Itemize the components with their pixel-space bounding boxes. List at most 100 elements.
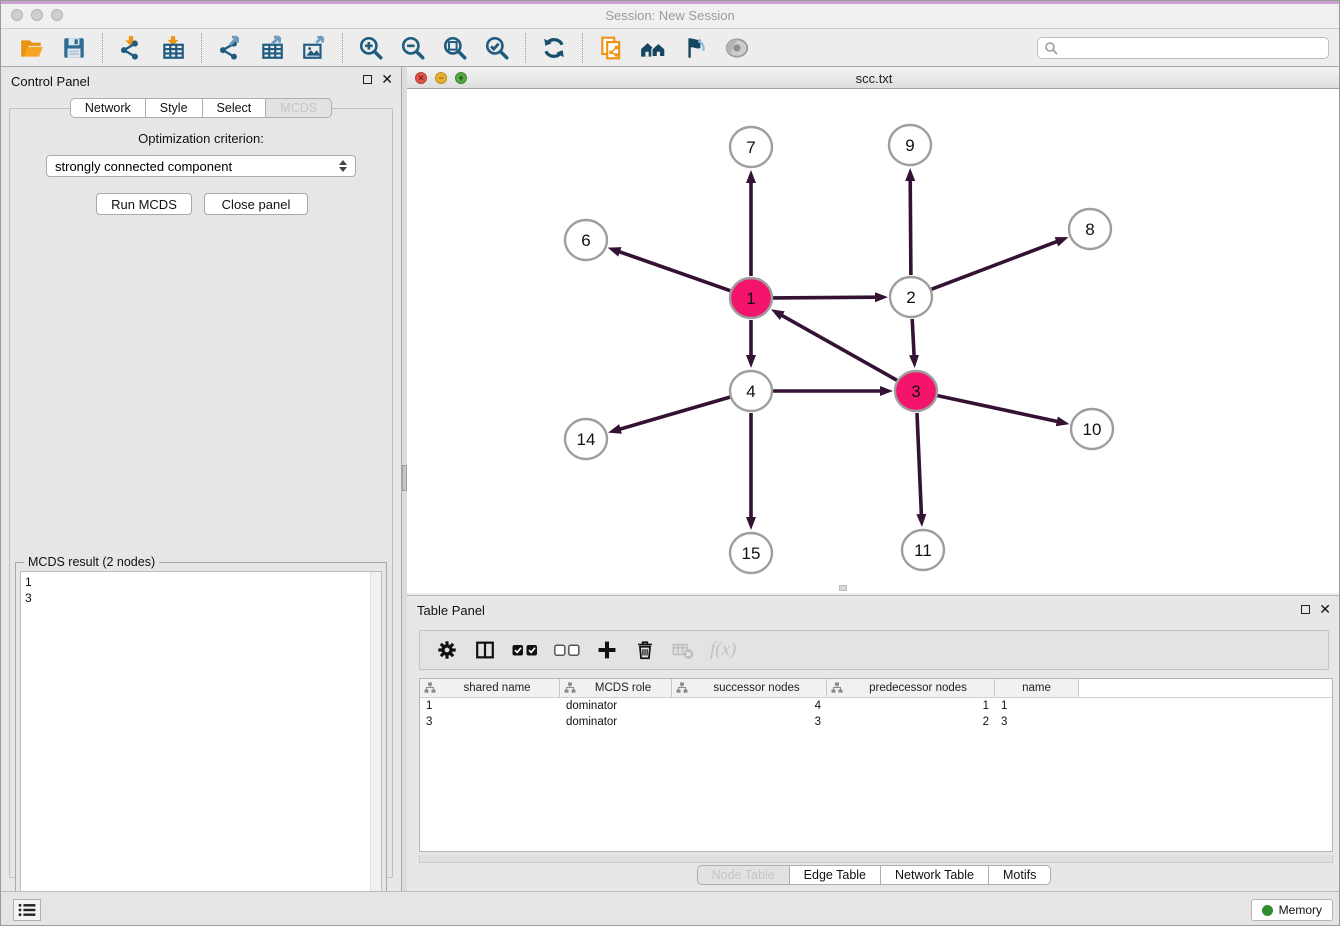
graph-node-6[interactable]: 6 bbox=[565, 220, 607, 260]
float-panel-icon[interactable] bbox=[363, 75, 372, 84]
plus-icon[interactable] bbox=[596, 639, 618, 661]
edge-3-11 bbox=[917, 413, 922, 517]
export-image-icon[interactable] bbox=[299, 33, 329, 63]
cell-successor-nodes: 3 bbox=[672, 714, 827, 730]
edge-3-1 bbox=[780, 314, 897, 380]
column-header-predecessor-nodes[interactable]: predecessor nodes bbox=[827, 679, 995, 697]
table-delete-icon bbox=[672, 639, 694, 661]
graph-node-15[interactable]: 15 bbox=[730, 533, 772, 573]
unchecked-boxes-icon[interactable] bbox=[554, 643, 580, 658]
search-input[interactable] bbox=[1058, 40, 1322, 56]
graph-node-9[interactable]: 9 bbox=[889, 125, 931, 165]
zoom-in-icon[interactable] bbox=[356, 33, 386, 63]
tab-mcds[interactable]: MCDS bbox=[266, 98, 332, 118]
toolbar-separator bbox=[525, 33, 526, 63]
refresh-icon[interactable] bbox=[539, 33, 569, 63]
close-panel-icon[interactable]: ✕ bbox=[381, 74, 393, 85]
import-network-icon[interactable] bbox=[116, 33, 146, 63]
trash-icon[interactable] bbox=[634, 639, 656, 661]
column-header-name[interactable]: name bbox=[995, 679, 1079, 697]
tab-style[interactable]: Style bbox=[146, 98, 203, 118]
task-history-button[interactable] bbox=[13, 899, 41, 921]
tab-network[interactable]: Network bbox=[70, 98, 146, 118]
tab-node-table[interactable]: Node Table bbox=[697, 865, 790, 885]
houses-icon[interactable] bbox=[638, 33, 668, 63]
graph-node-2[interactable]: 2 bbox=[890, 277, 932, 317]
memory-status-icon bbox=[1262, 905, 1273, 916]
checked-boxes-icon[interactable] bbox=[512, 643, 538, 658]
svg-text:8: 8 bbox=[1085, 220, 1094, 239]
select-stepper-icon bbox=[339, 160, 347, 172]
graph-node-11[interactable]: 11 bbox=[902, 530, 944, 570]
table-row[interactable]: 3dominator323 bbox=[420, 714, 1332, 730]
zoom-check-icon[interactable] bbox=[482, 33, 512, 63]
cell-successor-nodes: 4 bbox=[672, 698, 827, 714]
column-label: name bbox=[999, 682, 1074, 694]
graph-node-3[interactable]: 3 bbox=[895, 371, 937, 411]
copy-document-icon[interactable] bbox=[596, 33, 626, 63]
result-scrollbar[interactable] bbox=[370, 572, 381, 926]
tab-edge-table[interactable]: Edge Table bbox=[790, 865, 881, 885]
control-panel: Control Panel ✕ NetworkStyleSelectMCDS O… bbox=[1, 67, 401, 891]
svg-text:2: 2 bbox=[906, 288, 915, 307]
network-canvas[interactable]: 7 9 6 8 1 2 4 3 14 10 15 11 bbox=[407, 89, 1340, 593]
control-panel-tabs: NetworkStyleSelectMCDS bbox=[1, 98, 401, 118]
zoom-out-icon[interactable] bbox=[398, 33, 428, 63]
cell-name: 1 bbox=[995, 698, 1079, 714]
memory-button[interactable]: Memory bbox=[1251, 899, 1333, 921]
export-network-icon[interactable] bbox=[215, 33, 245, 63]
toolbar-separator bbox=[201, 33, 202, 63]
graph-node-4[interactable]: 4 bbox=[730, 371, 772, 411]
edge-1-2 bbox=[773, 297, 878, 298]
svg-text:10: 10 bbox=[1083, 420, 1102, 439]
graph-node-1[interactable]: 1 bbox=[730, 278, 772, 318]
application-window: Session: New Session Control Panel ✕ Net… bbox=[0, 0, 1340, 926]
search-box[interactable] bbox=[1037, 37, 1329, 59]
close-table-panel-icon[interactable]: ✕ bbox=[1319, 604, 1331, 615]
column-type-icon bbox=[424, 682, 436, 694]
network-window-titlebar[interactable]: ✕ − + scc.txt bbox=[407, 67, 1340, 89]
cell-MCDS-role: dominator bbox=[560, 714, 672, 730]
tab-network-table[interactable]: Network Table bbox=[881, 865, 989, 885]
column-header-MCDS-role[interactable]: MCDS role bbox=[560, 679, 672, 697]
graph-node-14[interactable]: 14 bbox=[565, 419, 607, 459]
column-header-shared-name[interactable]: shared name bbox=[420, 679, 560, 697]
flag-icon[interactable] bbox=[680, 33, 710, 63]
mcds-result-title: MCDS result (2 nodes) bbox=[24, 555, 159, 569]
close-panel-button[interactable]: Close panel bbox=[204, 193, 308, 215]
open-folder-icon[interactable] bbox=[17, 33, 47, 63]
edge-2-8 bbox=[932, 241, 1060, 290]
svg-text:9: 9 bbox=[905, 136, 914, 155]
column-label: predecessor nodes bbox=[846, 682, 990, 694]
export-table-icon[interactable] bbox=[257, 33, 287, 63]
columns-icon[interactable] bbox=[474, 639, 496, 661]
main-toolbar bbox=[1, 29, 1339, 67]
tab-motifs[interactable]: Motifs bbox=[989, 865, 1051, 885]
float-table-panel-icon[interactable] bbox=[1301, 605, 1310, 614]
graph-node-7[interactable]: 7 bbox=[730, 127, 772, 167]
mcds-result-text[interactable]: 13 bbox=[20, 571, 382, 926]
graph-node-8[interactable]: 8 bbox=[1069, 209, 1111, 249]
svg-text:3: 3 bbox=[911, 382, 920, 401]
table-body: 1dominator4113dominator323 bbox=[420, 698, 1332, 730]
column-label: shared name bbox=[439, 682, 555, 694]
toolbar-separator bbox=[102, 33, 103, 63]
svg-text:1: 1 bbox=[746, 289, 755, 308]
control-panel-header: Control Panel ✕ bbox=[1, 67, 401, 95]
status-bar: Memory bbox=[1, 891, 1339, 926]
edge-2-3 bbox=[912, 319, 914, 358]
tab-select[interactable]: Select bbox=[203, 98, 267, 118]
graph-node-10[interactable]: 10 bbox=[1071, 409, 1113, 449]
table-panel-title: Table Panel bbox=[417, 603, 485, 618]
optimization-criterion-select[interactable]: strongly connected component bbox=[46, 155, 356, 177]
zoom-fit-icon[interactable] bbox=[440, 33, 470, 63]
table-row[interactable]: 1dominator411 bbox=[420, 698, 1332, 714]
save-icon[interactable] bbox=[59, 33, 89, 63]
canvas-resize-grip[interactable] bbox=[839, 585, 847, 591]
column-label: successor nodes bbox=[691, 682, 822, 694]
import-table-icon[interactable] bbox=[158, 33, 188, 63]
gear-icon[interactable] bbox=[436, 639, 458, 661]
column-header-successor-nodes[interactable]: successor nodes bbox=[672, 679, 827, 697]
run-mcds-button[interactable]: Run MCDS bbox=[96, 193, 192, 215]
list-icon bbox=[18, 903, 36, 917]
